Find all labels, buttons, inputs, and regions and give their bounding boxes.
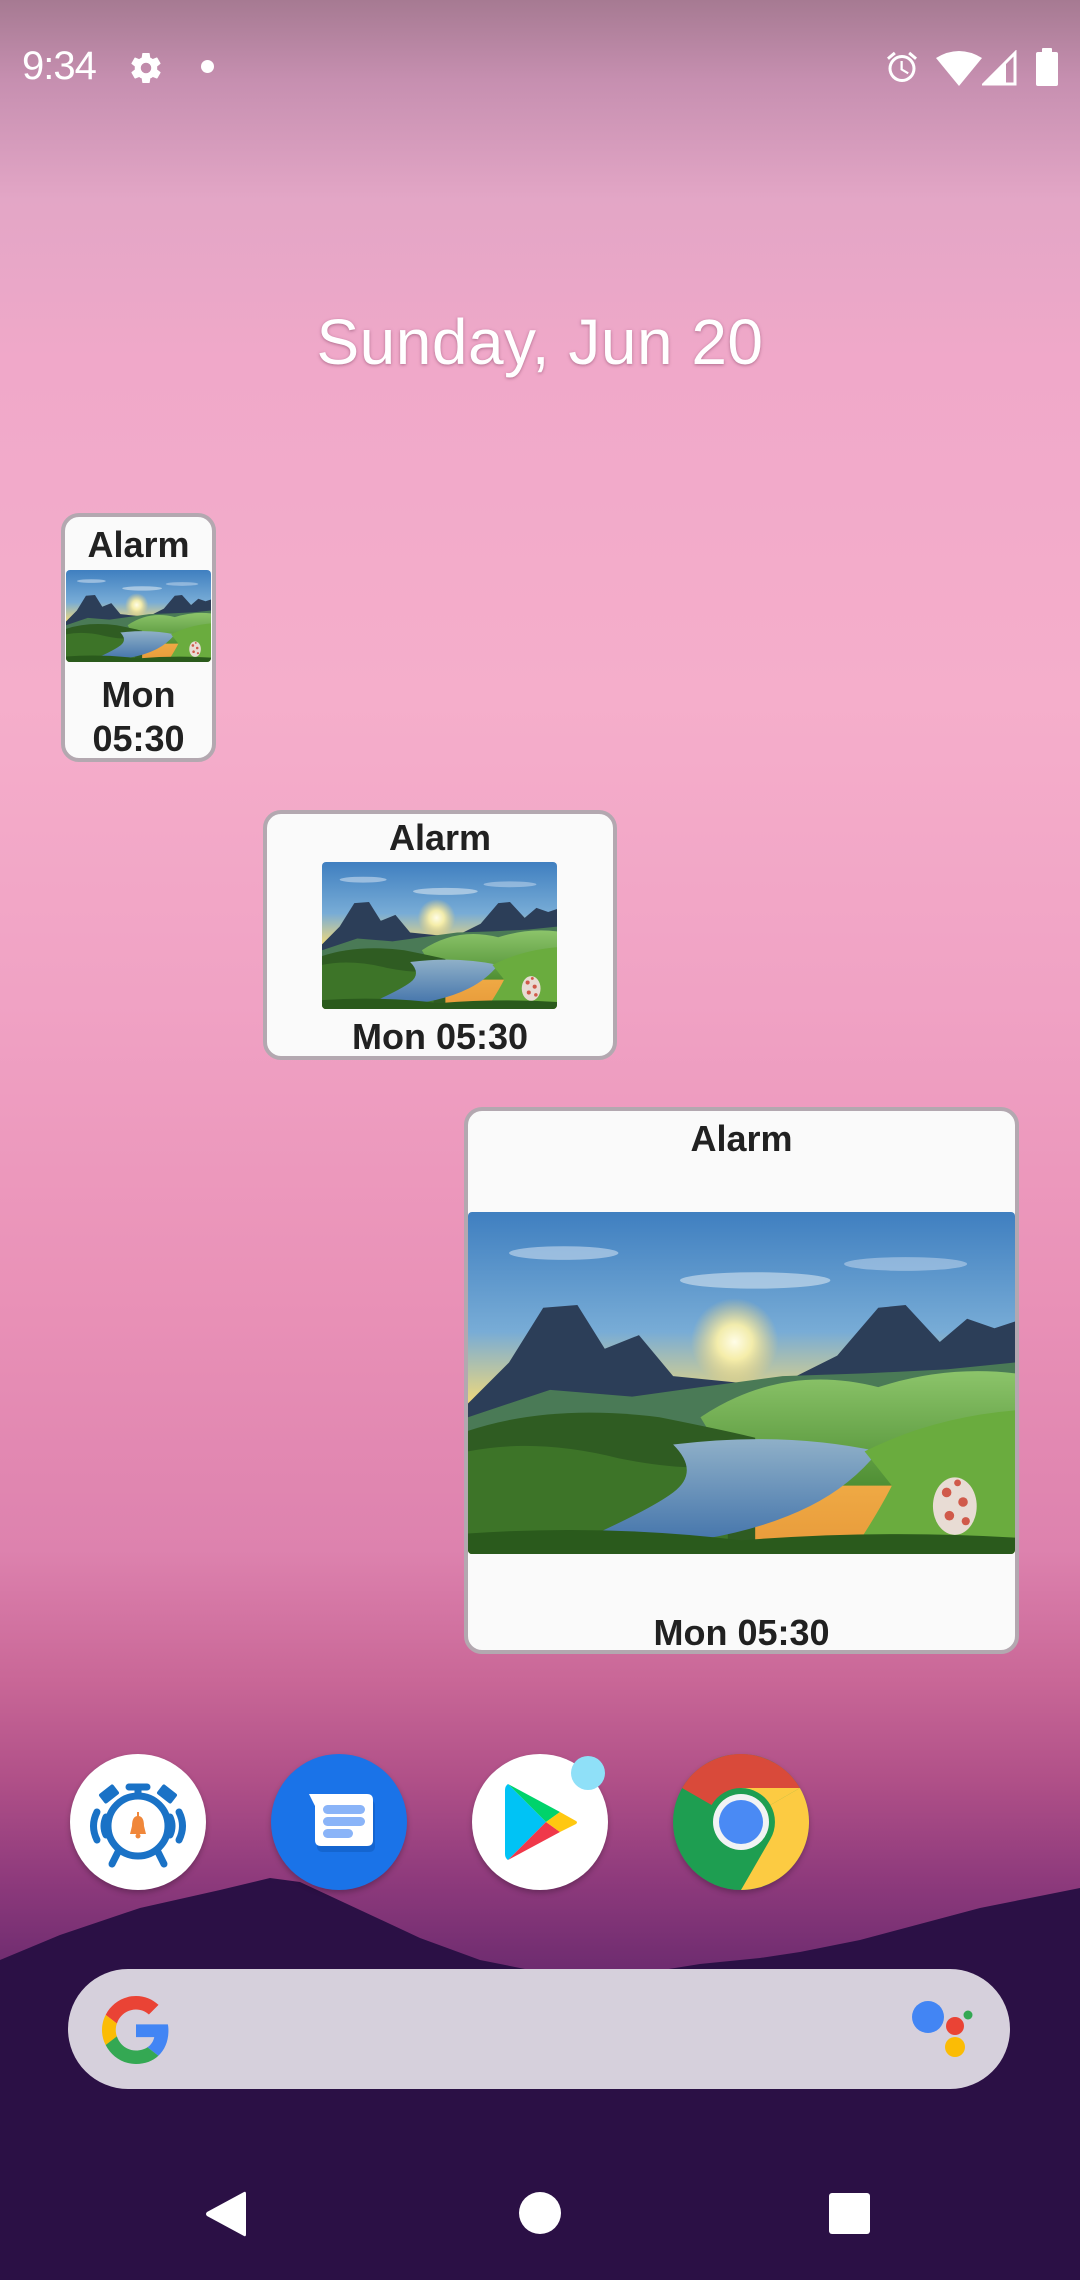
widget-landscape-image <box>66 570 211 662</box>
widget-time: Mon 05:30 <box>351 1016 529 1057</box>
battery-icon <box>1036 48 1058 86</box>
google-assistant-icon[interactable] <box>908 1997 978 2067</box>
widget-time: 05:30 <box>92 718 185 759</box>
back-button[interactable] <box>204 2190 248 2238</box>
alarm-widget-small[interactable]: Alarm Mon 05:30 <box>61 513 216 762</box>
alarm-widget-medium[interactable]: Alarm Mon 05:30 <box>263 810 617 1060</box>
google-g-icon[interactable] <box>102 1996 170 2064</box>
widget-title: Alarm <box>87 524 190 565</box>
alarm-clock-app-icon <box>90 1783 186 1868</box>
notification-badge <box>571 1756 605 1790</box>
dock-app-alarm-clock[interactable] <box>70 1754 206 1890</box>
notification-dot-icon <box>201 60 214 73</box>
status-bar: 9:34 <box>0 0 1080 130</box>
google-search-bar[interactable] <box>68 1969 1010 2089</box>
widget-time: Mon 05:30 <box>653 1612 830 1653</box>
widget-title: Alarm <box>690 1118 793 1159</box>
messages-app-icon <box>309 1794 375 1852</box>
navigation-bar <box>0 2130 1080 2280</box>
dock-app-messages[interactable] <box>271 1754 407 1890</box>
chrome-app-icon <box>673 1754 810 1890</box>
date-text[interactable]: Sunday, Jun 20 <box>0 305 1080 379</box>
home-button[interactable] <box>519 2192 561 2234</box>
widget-landscape-image <box>468 1212 1015 1554</box>
settings-gear-icon <box>131 53 161 84</box>
cellular-signal-icon <box>982 50 1017 86</box>
wifi-icon <box>936 51 982 86</box>
widget-day: Mon <box>101 674 176 715</box>
status-time: 9:34 <box>22 44 97 88</box>
widget-landscape-image <box>322 862 557 1009</box>
alarm-widget-large[interactable]: Alarm Mon 05:30 <box>464 1107 1019 1654</box>
recents-button[interactable] <box>829 2193 870 2234</box>
widget-title: Alarm <box>388 817 492 858</box>
dock-app-chrome[interactable] <box>673 1754 810 1890</box>
alarm-clock-icon <box>887 51 917 83</box>
